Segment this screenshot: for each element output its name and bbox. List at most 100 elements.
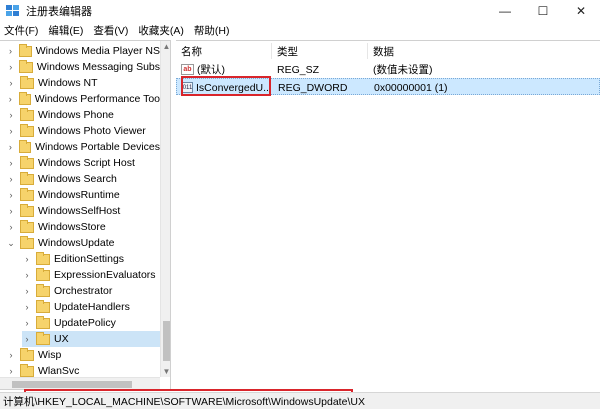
tree-item-label: UX xyxy=(54,333,69,345)
tree-item[interactable]: › Windows Messaging Subs xyxy=(6,59,160,75)
string-value-icon: ab xyxy=(181,64,194,75)
tree-item[interactable]: › UpdateHandlers xyxy=(22,299,160,315)
column-type[interactable]: 类型 xyxy=(272,43,368,59)
tree-item[interactable]: › Wisp xyxy=(6,347,160,363)
chevron-right-icon[interactable]: › xyxy=(22,302,32,312)
tree-item[interactable]: › Windows Photo Viewer xyxy=(6,123,160,139)
tree-item[interactable]: › UpdatePolicy xyxy=(22,315,160,331)
folder-icon xyxy=(20,203,34,217)
tree-item[interactable]: › EditionSettings xyxy=(22,251,160,267)
chevron-right-icon[interactable]: › xyxy=(22,270,32,280)
value-type: REG_SZ xyxy=(277,63,320,76)
tree-item[interactable]: › Windows NT xyxy=(6,75,160,91)
minimize-button[interactable]: — xyxy=(486,0,524,22)
tree-item-label: ExpressionEvaluators xyxy=(54,269,156,281)
folder-icon xyxy=(20,187,34,201)
folder-icon xyxy=(18,139,32,153)
folder-icon xyxy=(36,331,50,345)
chevron-right-icon[interactable]: › xyxy=(6,142,15,152)
value-name: (默认) xyxy=(197,64,225,76)
tree-item[interactable]: › ExpressionEvaluators xyxy=(22,267,160,283)
chevron-right-icon[interactable]: › xyxy=(6,78,16,88)
scroll-up-icon[interactable]: ▲ xyxy=(161,41,170,52)
chevron-right-icon[interactable]: › xyxy=(22,286,32,296)
chevron-right-icon[interactable]: › xyxy=(6,222,16,232)
folder-icon xyxy=(36,315,50,329)
menu-favorites[interactable]: 收藏夹(A) xyxy=(134,23,190,38)
tree-item-label: Windows Phone xyxy=(38,109,114,121)
folder-icon xyxy=(36,267,50,281)
maximize-button[interactable]: ☐ xyxy=(524,0,562,22)
tree-item-label: Windows Media Player NS xyxy=(35,45,160,57)
chevron-right-icon[interactable]: › xyxy=(22,318,32,328)
chevron-right-icon[interactable]: › xyxy=(6,110,16,120)
tree-item[interactable]: › Windows Search xyxy=(6,171,160,187)
column-data[interactable]: 数据 xyxy=(368,43,600,59)
value-data: 0x00000001 (1) xyxy=(374,81,448,94)
chevron-right-icon[interactable]: › xyxy=(22,334,32,344)
chevron-down-icon[interactable]: ⌄ xyxy=(6,238,16,249)
chevron-right-icon[interactable]: › xyxy=(6,46,15,56)
tree-item[interactable]: › WindowsStore xyxy=(6,219,160,235)
tree-item[interactable]: › Windows Performance Too xyxy=(6,91,160,107)
close-button[interactable]: ✕ xyxy=(562,0,600,22)
tree-item-label: UpdatePolicy xyxy=(54,317,116,329)
tree-item[interactable]: › Orchestrator xyxy=(22,283,160,299)
registry-path: 计算机\HKEY_LOCAL_MACHINE\SOFTWARE\Microsof… xyxy=(3,395,365,408)
tree-item-label: Windows Script Host xyxy=(38,157,135,169)
tree-item[interactable]: › WindowsSelfHost xyxy=(6,203,160,219)
chevron-right-icon[interactable]: › xyxy=(6,350,16,360)
menu-view[interactable]: 查看(V) xyxy=(89,23,134,38)
folder-icon xyxy=(18,43,32,57)
chevron-right-icon[interactable]: › xyxy=(6,366,16,376)
chevron-right-icon[interactable]: › xyxy=(6,94,15,104)
chevron-right-icon[interactable]: › xyxy=(6,126,16,136)
tree-item-label: WindowsSelfHost xyxy=(38,205,121,217)
menu-help[interactable]: 帮助(H) xyxy=(190,23,236,38)
tree-item-label: Orchestrator xyxy=(54,285,113,297)
window-title: 注册表编辑器 xyxy=(26,6,92,18)
tree-vertical-scrollbar[interactable]: ▲ ▼ xyxy=(160,41,170,377)
menu-file[interactable]: 文件(F) xyxy=(0,23,44,38)
chevron-right-icon[interactable]: › xyxy=(6,158,16,168)
tree-scroll-thumb[interactable] xyxy=(163,321,170,361)
chevron-right-icon[interactable]: › xyxy=(6,174,16,184)
value-highlight-box xyxy=(181,76,271,96)
folder-icon xyxy=(20,123,34,137)
tree-item-label: WlanSvc xyxy=(38,365,80,377)
tree-item[interactable]: › Windows Portable Devices xyxy=(6,139,160,155)
folder-icon xyxy=(20,363,34,377)
chevron-right-icon[interactable]: › xyxy=(22,254,32,264)
folder-icon xyxy=(20,235,34,249)
title-bar: 注册表编辑器 — ☐ ✕ xyxy=(0,0,600,22)
folder-icon xyxy=(20,75,34,89)
tree-item-label: Wisp xyxy=(38,349,62,361)
key-tree[interactable]: › Windows Media Player NS › Windows Messagi… xyxy=(0,40,171,390)
tree-item-label: Windows Portable Devices xyxy=(35,141,160,153)
tree-hscroll-thumb[interactable] xyxy=(12,381,132,388)
folder-icon xyxy=(20,155,34,169)
tree-item[interactable]: ⌄ WindowsUpdate xyxy=(6,235,160,251)
tree-item-label: WindowsRuntime xyxy=(38,189,120,201)
folder-icon xyxy=(20,171,34,185)
tree-item[interactable]: › UX xyxy=(22,331,160,347)
folder-icon xyxy=(36,283,50,297)
tree-item[interactable]: › Windows Script Host xyxy=(6,155,160,171)
folder-icon xyxy=(20,347,34,361)
tree-item[interactable]: › Windows Media Player NS xyxy=(6,43,160,59)
folder-icon xyxy=(36,299,50,313)
tree-item-label: Windows Photo Viewer xyxy=(38,125,146,137)
scroll-down-icon[interactable]: ▼ xyxy=(161,366,170,377)
chevron-right-icon[interactable]: › xyxy=(6,206,16,216)
tree-item-label: EditionSettings xyxy=(54,253,125,265)
tree-item-label: WindowsUpdate xyxy=(38,237,115,249)
menu-edit[interactable]: 编辑(E) xyxy=(44,23,89,38)
folder-icon xyxy=(19,59,33,73)
tree-item[interactable]: › WindowsRuntime xyxy=(6,187,160,203)
folder-icon xyxy=(36,251,50,265)
tree-item[interactable]: › Windows Phone xyxy=(6,107,160,123)
chevron-right-icon[interactable]: › xyxy=(6,62,15,72)
column-name[interactable]: 名称 xyxy=(176,43,272,59)
tree-item-label: WindowsStore xyxy=(38,221,106,233)
chevron-right-icon[interactable]: › xyxy=(6,190,16,200)
